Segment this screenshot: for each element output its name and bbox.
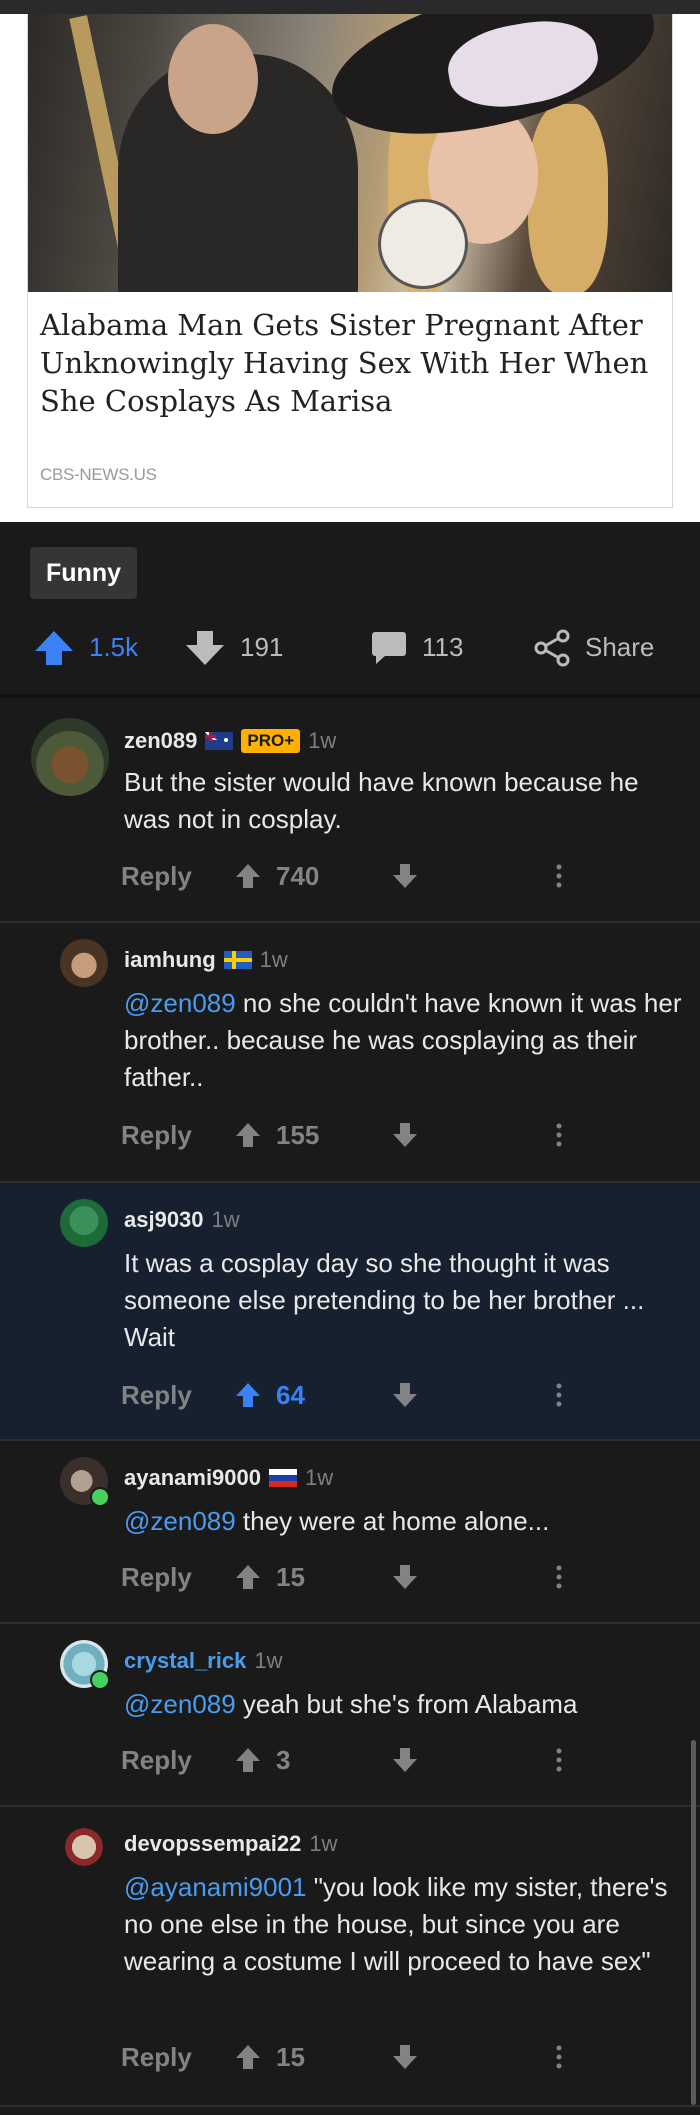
downvote-count: 191 [240, 632, 284, 662]
downvote-icon[interactable] [391, 1381, 419, 1409]
downvote-icon[interactable] [391, 862, 419, 890]
comment-username[interactable]: crystal_rick [124, 1648, 246, 1674]
comment-text: @zen089 yeah but she's from Alabama [124, 1689, 578, 1719]
comment-time: 1w [309, 1831, 338, 1856]
comment-actions: Reply 155 [121, 1115, 563, 1155]
upvote-icon[interactable] [234, 862, 262, 890]
comment-actions: Reply 740 [121, 856, 563, 896]
more-options-icon[interactable] [555, 2043, 563, 2071]
upvote-icon[interactable] [234, 1121, 262, 1149]
comment-score: 15 [276, 1562, 305, 1592]
comment: devopssempai22 1w @ayanami9001 "you look… [0, 1807, 700, 2107]
more-options-icon[interactable] [555, 862, 563, 890]
share-button[interactable]: Share [533, 620, 654, 675]
australia-flag-icon [205, 732, 234, 750]
post-card-area: Alabama Man Gets Sister Pregnant After U… [0, 14, 700, 522]
user-mention[interactable]: @zen089 [124, 1506, 236, 1536]
comment: asj9030 1w It was a cosplay day so she t… [0, 1183, 700, 1441]
upvote-icon[interactable] [234, 1746, 262, 1774]
comment-actions: Reply 15 [121, 1557, 563, 1597]
more-options-icon[interactable] [555, 1563, 563, 1591]
downvote-icon[interactable] [391, 2043, 419, 2071]
reply-button[interactable]: Reply [121, 856, 192, 896]
more-options-icon[interactable] [555, 1121, 563, 1149]
comment-score: 15 [276, 2042, 305, 2072]
reply-button[interactable]: Reply [121, 1375, 192, 1415]
downvote-button[interactable]: 191 [184, 620, 283, 675]
comment: crystal_rick 1w @zen089 yeah but she's f… [0, 1624, 700, 1807]
downvote-icon [186, 630, 224, 665]
comment-score: 740 [276, 861, 320, 891]
comment-bubble-icon [372, 631, 406, 664]
comment: ayanami9000 1w @zen089 they were at home… [0, 1441, 700, 1624]
comment-username[interactable]: asj9030 [124, 1207, 204, 1233]
downvote-icon[interactable] [391, 1563, 419, 1591]
comment-time: 1w [308, 728, 337, 753]
upvote-icon[interactable] [234, 1381, 262, 1409]
comment: iamhung 1w @zen089 no she couldn't have … [0, 923, 700, 1183]
upvote-count: 1.5k [89, 632, 139, 662]
avatar[interactable] [31, 718, 109, 796]
reply-button[interactable]: Reply [121, 2037, 192, 2077]
comment-username[interactable]: devopssempai22 [124, 1831, 301, 1857]
comment-text: It was a cosplay day so she thought it w… [124, 1248, 645, 1352]
user-mention[interactable]: @ayanami9001 [124, 1872, 307, 1902]
avatar[interactable] [60, 939, 108, 987]
comment-score: 155 [276, 1120, 320, 1150]
scrollbar[interactable] [691, 1740, 696, 2105]
comment-text: @zen089 they were at home alone... [124, 1506, 550, 1536]
upvote-icon[interactable] [234, 1563, 262, 1591]
comment-time: 1w [254, 1648, 283, 1673]
comment-actions: Reply 15 [121, 2037, 563, 2077]
comment-time: 1w [211, 1207, 240, 1232]
comment: zen089 PRO+ 1w But the sister would have… [0, 698, 700, 923]
pro-badge: PRO+ [241, 729, 301, 753]
comment-username[interactable]: iamhung [124, 947, 216, 973]
comment-actions: Reply 64 [121, 1375, 563, 1415]
more-options-icon[interactable] [555, 1381, 563, 1409]
comment-score: 64 [276, 1380, 305, 1410]
comment-time: 1w [259, 947, 288, 972]
article-thumbnail [28, 14, 672, 292]
online-indicator [90, 1487, 110, 1507]
comment-count: 113 [422, 632, 464, 662]
sweden-flag-icon [223, 951, 252, 969]
link-preview-card[interactable]: Alabama Man Gets Sister Pregnant After U… [27, 14, 673, 508]
online-indicator [90, 1670, 110, 1690]
share-label: Share [585, 632, 655, 662]
post-flair[interactable]: Funny [30, 547, 137, 599]
avatar[interactable] [60, 1823, 108, 1871]
reply-button[interactable]: Reply [121, 1557, 192, 1597]
article-headline[interactable]: Alabama Man Gets Sister Pregnant After U… [40, 306, 660, 420]
upvote-icon [35, 630, 73, 665]
russia-flag-icon [269, 1469, 297, 1487]
user-mention[interactable]: @zen089 [124, 988, 236, 1018]
downvote-icon[interactable] [391, 1746, 419, 1774]
comment-text: @ayanami9001 "you look like my sister, t… [124, 1872, 668, 1976]
post-action-bar: 1.5k 191 113 Share [0, 620, 700, 675]
downvote-icon[interactable] [391, 1121, 419, 1149]
upvote-icon[interactable] [234, 2043, 262, 2071]
comment-score: 3 [276, 1745, 291, 1775]
status-strip [0, 0, 700, 14]
share-icon [534, 629, 570, 666]
comment-username[interactable]: ayanami9000 [124, 1465, 261, 1491]
avatar[interactable] [60, 1199, 108, 1247]
upvote-button[interactable]: 1.5k [33, 620, 138, 675]
comment-username[interactable]: zen089 [124, 728, 197, 754]
article-source: CBS-NEWS.US [40, 465, 157, 484]
more-options-icon[interactable] [555, 1746, 563, 1774]
comments-button[interactable]: 113 [370, 620, 463, 675]
comment-time: 1w [305, 1465, 334, 1490]
comment-text: But the sister would have known because … [124, 767, 639, 834]
reply-button[interactable]: Reply [121, 1740, 192, 1780]
comment-text: @zen089 no she couldn't have known it wa… [124, 988, 682, 1092]
reply-button[interactable]: Reply [121, 1115, 192, 1155]
user-mention[interactable]: @zen089 [124, 1689, 236, 1719]
comment-actions: Reply 3 [121, 1740, 563, 1780]
